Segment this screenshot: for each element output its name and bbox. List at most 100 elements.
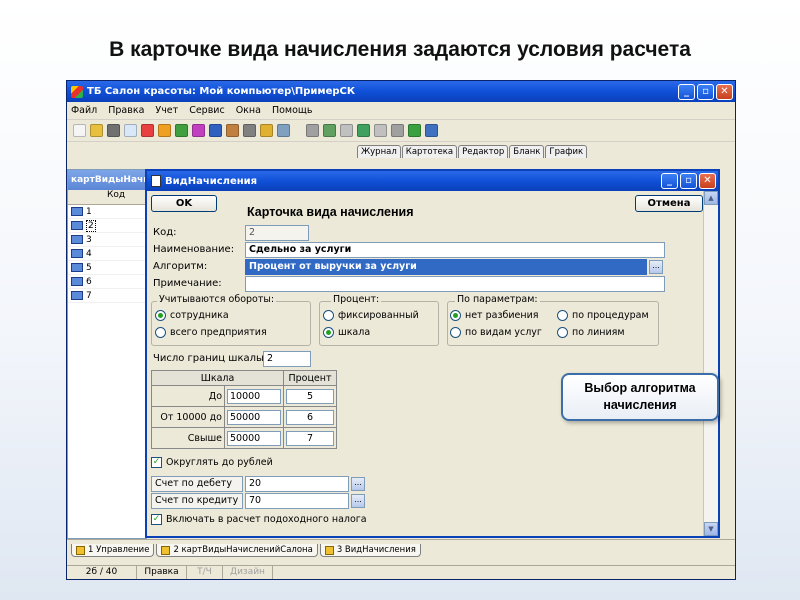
radio-fixed[interactable]: фиксированный [323,310,419,321]
checkmark-icon: ✓ [151,514,162,525]
menu-accounting[interactable]: Учет [155,105,178,116]
arrow-in-icon[interactable] [323,124,336,137]
list-row[interactable]: 7 [68,289,146,303]
home-icon[interactable] [226,124,239,137]
scale-value-input[interactable]: 50000 [227,409,281,425]
params-group [447,301,659,346]
check-icon[interactable] [408,124,421,137]
radio-scale[interactable]: шкала [323,327,370,338]
tab-cardfile[interactable]: Картотека [401,145,458,158]
income-tax-checkbox[interactable]: ✓ Включать в расчет подоходного налога [151,514,367,525]
filter-icon[interactable] [175,124,188,137]
percent-value-input[interactable]: 7 [286,430,334,446]
tab-graph[interactable]: График [545,145,588,158]
scroll-up-arrow-icon[interactable]: ▲ [704,191,718,205]
scale-value-input[interactable]: 10000 [227,388,281,404]
code-label: Код: [153,227,177,238]
record-icon [71,235,83,244]
list-row[interactable]: 4 [68,247,146,261]
tools-icon[interactable] [243,124,256,137]
cancel-button[interactable]: Отмена [635,195,703,212]
dialog-minimize-button[interactable]: _ [661,173,678,189]
credit-select-button[interactable]: ... [351,494,365,508]
report-icon[interactable] [141,124,154,137]
list-header-code[interactable]: Код [68,190,146,205]
percent-value-input[interactable]: 5 [286,388,334,404]
tab-journal[interactable]: Журнал [357,145,401,158]
debit-field[interactable]: 20 [245,476,349,492]
dialog-close-button[interactable]: ✕ [699,173,716,189]
dialog-maximize-button[interactable]: ▫ [680,173,697,189]
scale-value-input[interactable]: 50000 [227,430,281,446]
calc-icon[interactable] [277,124,290,137]
radio-by-lines[interactable]: по линиям [557,327,625,338]
radio-no-split[interactable]: нет разбиения [450,310,539,321]
open-icon[interactable] [90,124,103,137]
document-icon [151,175,161,187]
list-row[interactable]: 6 [68,275,146,289]
credit-field[interactable]: 70 [245,493,349,509]
percent-header: Процент [283,370,337,386]
menu-windows[interactable]: Окна [236,105,261,116]
sort-icon[interactable] [192,124,205,137]
scale-count-label: Число границ шкалы: [153,353,268,364]
radio-by-procedures[interactable]: по процедурам [557,310,649,321]
print-icon[interactable] [107,124,120,137]
window-tab-accrual-types[interactable]: 2 картВидыНачисленийСалона [156,544,318,557]
window-tab-management[interactable]: 1 Управление [71,544,155,557]
close-button[interactable]: ✕ [716,83,733,100]
chart-icon[interactable] [158,124,171,137]
params-legend: По параметрам: [455,294,540,305]
app-logo-icon [71,85,83,98]
book-icon[interactable] [209,124,222,137]
scale-row-label: До [151,385,225,407]
ok-button[interactable]: OK [151,195,217,212]
menu-help[interactable]: Помощь [272,105,312,116]
radio-dot [323,310,334,321]
list-row[interactable]: 3 [68,233,146,247]
radio-dot [450,327,461,338]
refresh-icon[interactable] [391,124,404,137]
note-field[interactable] [245,276,665,292]
dialog-scrollbar[interactable]: ▲ ▼ [703,191,718,536]
dialog-window: ВидНачисления _ ▫ ✕ OK Отмена Карточка в… [145,169,720,538]
list-row[interactable]: 2 [68,219,146,233]
window-tab-accrual-type[interactable]: 3 ВидНачисления [319,544,421,557]
app-titlebar: ТБ Салон красоты: Мой компьютер\ПримерСК… [67,81,735,102]
menu-service[interactable]: Сервис [189,105,225,116]
minimize-button[interactable]: _ [678,83,695,100]
debit-select-button[interactable]: ... [351,477,365,491]
statusbar: 2б / 40 Правка Т/Ч Дизайн [67,565,735,579]
bag-icon[interactable] [260,124,273,137]
code-field[interactable]: 2 [245,225,309,241]
status-tch: Т/Ч [187,566,223,579]
note-label: Примечание: [153,278,222,289]
radio-by-service-types[interactable]: по видам услуг [450,327,542,338]
copy-icon[interactable] [124,124,137,137]
scroll-down-arrow-icon[interactable]: ▼ [704,522,718,536]
radio-enterprise[interactable]: всего предприятия [155,327,267,338]
edit-icon[interactable] [306,124,319,137]
menu-edit[interactable]: Правка [108,105,144,116]
list-row[interactable]: 1 [68,205,146,219]
algorithm-field[interactable]: Процент от выручки за услуги [245,259,647,275]
menu-file[interactable]: Файл [71,105,97,116]
percent-value-input[interactable]: 6 [286,409,334,425]
maximize-button[interactable]: ▫ [697,83,714,100]
list-row[interactable]: 5 [68,261,146,275]
scale-header: Шкала [151,370,284,386]
radio-employee[interactable]: сотрудника [155,310,229,321]
name-field[interactable]: Сдельно за услуги [245,242,665,258]
menubar: Файл Правка Учет Сервис Окна Помощь [67,102,735,120]
tab-editor[interactable]: Редактор [458,145,509,158]
tab-form[interactable]: Бланк [509,145,545,158]
new-icon[interactable] [73,124,86,137]
radio-dot [557,310,568,321]
delete-icon[interactable] [374,124,387,137]
arrow-out-icon[interactable] [340,124,353,137]
move-icon[interactable] [357,124,370,137]
round-checkbox[interactable]: ✓ Округлять до рублей [151,457,273,468]
group-icon[interactable] [425,124,438,137]
scale-count-field[interactable]: 2 [263,351,311,367]
algorithm-select-button[interactable]: ... [649,260,663,274]
